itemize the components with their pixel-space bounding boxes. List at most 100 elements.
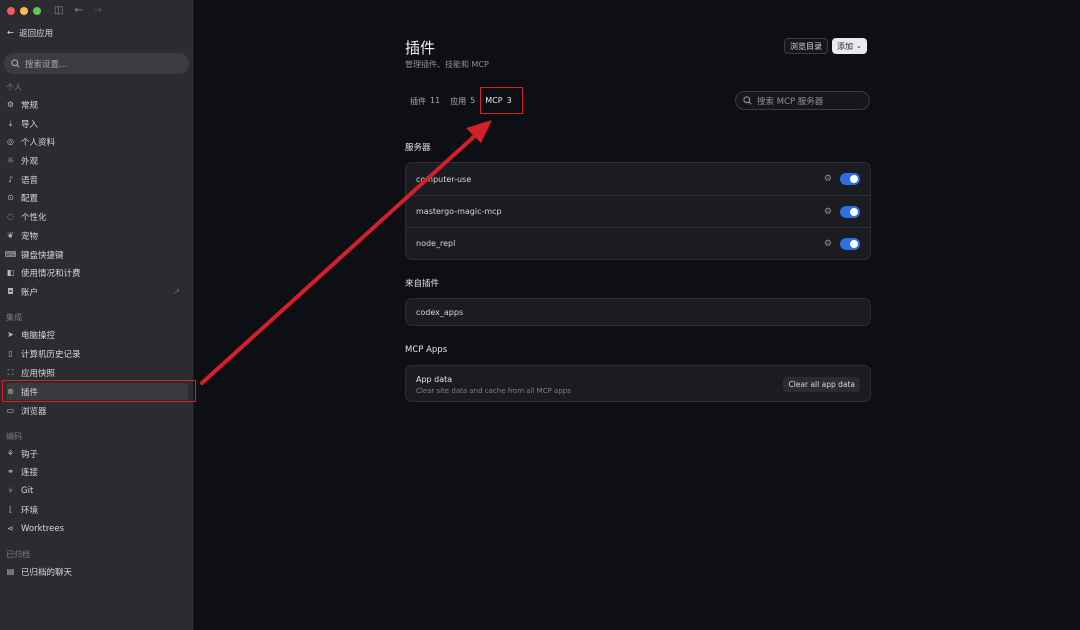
sidebar-item-hooks[interactable]: ⚘ 钩子 xyxy=(6,445,188,462)
sidebar-item-label: 常规 xyxy=(21,100,39,111)
servers-section-title: 服务器 xyxy=(405,143,431,153)
add-button[interactable]: 添加 ⌄ xyxy=(832,38,867,54)
sidebar-item-git[interactable]: ⑂ Git xyxy=(6,482,188,499)
back-arrow-icon[interactable]: ← xyxy=(74,3,82,19)
plugin-server-row[interactable]: codex_apps xyxy=(406,299,870,325)
maximize-window-button[interactable] xyxy=(33,7,41,15)
external-link-icon: ↗ xyxy=(173,287,180,296)
sidebar-item-label: 个人资料 xyxy=(21,137,56,148)
server-name: mastergo-magic-mcp xyxy=(416,207,502,216)
sidebar-item-appearance[interactable]: ☼ 外观 xyxy=(6,152,188,169)
sidebar-item-environment[interactable]: ⌊ 环境 xyxy=(6,501,188,518)
sidebar-item-browser[interactable]: ▭ 浏览器 xyxy=(6,402,188,419)
sidebar-item-billing[interactable]: ◧ 使用情况和计费 xyxy=(6,264,188,281)
back-arrow-icon: ← xyxy=(7,28,15,38)
tab-plugins[interactable]: 插件 11 xyxy=(410,96,440,107)
sidebar-item-label: 应用快照 xyxy=(21,368,56,379)
sidebar-item-voice[interactable]: ♪ 语音 xyxy=(6,171,188,188)
hook-icon: ⚘ xyxy=(6,449,15,458)
tab-count: 11 xyxy=(430,96,441,105)
sidebar-item-label: 宠物 xyxy=(21,231,39,242)
sidebar-item-label: 账户 xyxy=(21,287,39,298)
back-to-app-link[interactable]: ← 返回应用 xyxy=(7,27,53,39)
sidebar-item-keyboard[interactable]: ⌨ 键盘快捷键 xyxy=(4,246,188,263)
profile-icon: ◎ xyxy=(7,137,14,146)
sidebar-item-history[interactable]: ▯ 计算机历史记录 xyxy=(6,345,188,362)
browse-directory-button[interactable]: 浏览目录 xyxy=(784,38,828,54)
section-coding-title: 编码 xyxy=(6,432,22,441)
sidebar-item-account[interactable]: ◘ 账户 ↗ xyxy=(6,283,188,300)
gear-icon[interactable]: ⚙ xyxy=(824,174,832,184)
servers-card: computer-use ⚙ mastergo-magic-mcp ⚙ node… xyxy=(405,162,871,260)
appearance-icon: ☼ xyxy=(6,156,15,165)
server-toggle[interactable] xyxy=(840,173,860,185)
tab-count: 5 xyxy=(470,96,476,105)
window-controls xyxy=(7,7,41,15)
main-panel: 插件 管理插件、技能和 MCP 浏览目录 添加 ⌄ 插件 11 应用 5 MCP 3 … xyxy=(195,0,1080,630)
sidebar-item-label: 配置 xyxy=(21,193,39,204)
sidebar-item-worktrees[interactable]: ⋖ Worktrees xyxy=(6,520,188,537)
sidebar-item-archived-chats[interactable]: ▤ 已归档的聊天 xyxy=(6,563,188,580)
mcp-search-input[interactable]: 搜索 MCP 服务器 xyxy=(735,91,870,110)
sidebar: ◫ ← → ← 返回应用 搜索设置... 个人 ⚙ 常规 ⤓ 导入 ◎ 个人资料 ☼ 外… xyxy=(0,0,194,630)
worktree-icon: ⋖ xyxy=(7,524,14,533)
computer-control-icon: ➤ xyxy=(7,330,14,339)
gear-icon: ⚙ xyxy=(6,100,15,109)
sidebar-toggle-icon[interactable]: ◫ xyxy=(54,3,63,19)
chevron-down-icon: ⌄ xyxy=(856,42,862,50)
config-icon: ⊙ xyxy=(7,193,14,202)
plugin-highlight-box xyxy=(2,380,196,402)
mcp-tab-highlight-box xyxy=(480,87,523,114)
section-personal-title: 个人 xyxy=(6,83,22,92)
settings-search-input[interactable]: 搜索设置... xyxy=(4,53,189,74)
add-button-label: 添加 xyxy=(837,41,853,51)
sidebar-item-label: 电脑操控 xyxy=(21,330,56,341)
sidebar-item-personalize[interactable]: ◌ 个性化 xyxy=(6,208,188,225)
server-row: computer-use ⚙ xyxy=(406,163,870,195)
sidebar-item-computer-control[interactable]: ➤ 电脑操控 xyxy=(6,326,188,343)
server-toggle[interactable] xyxy=(840,237,860,250)
search-icon xyxy=(743,96,752,105)
back-label: 返回应用 xyxy=(19,29,54,39)
browser-icon: ▭ xyxy=(6,406,15,415)
billing-icon: ◧ xyxy=(6,268,15,277)
server-row: node_repl ⚙ xyxy=(406,227,870,259)
sidebar-item-import[interactable]: ⤓ 导入 xyxy=(6,115,188,132)
clear-app-data-button[interactable]: Clear all app data xyxy=(783,377,860,392)
close-window-button[interactable] xyxy=(7,7,15,15)
sidebar-item-label: 外观 xyxy=(21,156,39,167)
sidebar-item-snapshot[interactable]: ⛶ 应用快照 xyxy=(6,364,188,381)
plugin-servers-card: codex_apps xyxy=(405,298,871,326)
app-data-description: Clear site data and cache from all MCP a… xyxy=(416,387,571,395)
import-icon: ⤓ xyxy=(8,118,13,128)
app-data-title: App data xyxy=(416,375,453,384)
sidebar-item-profile[interactable]: ◎ 个人资料 xyxy=(6,133,188,150)
gear-icon[interactable]: ⚙ xyxy=(824,239,832,249)
keyboard-icon: ⌨ xyxy=(4,250,17,259)
server-name: computer-use xyxy=(416,174,472,184)
sidebar-item-config[interactable]: ⊙ 配置 xyxy=(6,189,188,206)
server-toggle[interactable] xyxy=(840,205,860,218)
sidebar-item-label: 计算机历史记录 xyxy=(21,349,81,360)
sidebar-item-label: 导入 xyxy=(21,119,39,130)
archive-icon: ▤ xyxy=(6,567,15,576)
account-icon: ◘ xyxy=(7,287,14,296)
mic-icon: ♪ xyxy=(7,175,14,184)
section-integration-title: 集成 xyxy=(6,313,22,322)
from-plugins-section-title: 来自插件 xyxy=(405,279,440,289)
tab-label: 插件 xyxy=(410,97,426,106)
history-icon: ▯ xyxy=(8,349,13,358)
sidebar-item-label: 连接 xyxy=(21,467,39,478)
sidebar-item-label: 语音 xyxy=(21,175,39,186)
app-data-card: App data Clear site data and cache from … xyxy=(405,365,871,402)
forward-arrow-icon[interactable]: → xyxy=(94,3,102,19)
sidebar-item-general[interactable]: ⚙ 常规 xyxy=(6,96,188,113)
sidebar-item-pet[interactable]: ❦ 宠物 xyxy=(6,227,188,244)
plugin-server-name: codex_apps xyxy=(416,307,464,317)
tab-label: 应用 xyxy=(450,97,467,106)
sidebar-item-links[interactable]: ⚭ 连接 xyxy=(6,463,188,480)
mcp-search-placeholder: 搜索 MCP 服务器 xyxy=(757,96,824,107)
tab-apps[interactable]: 应用 5 xyxy=(450,96,475,107)
gear-icon[interactable]: ⚙ xyxy=(824,207,832,217)
minimize-window-button[interactable] xyxy=(20,7,28,15)
